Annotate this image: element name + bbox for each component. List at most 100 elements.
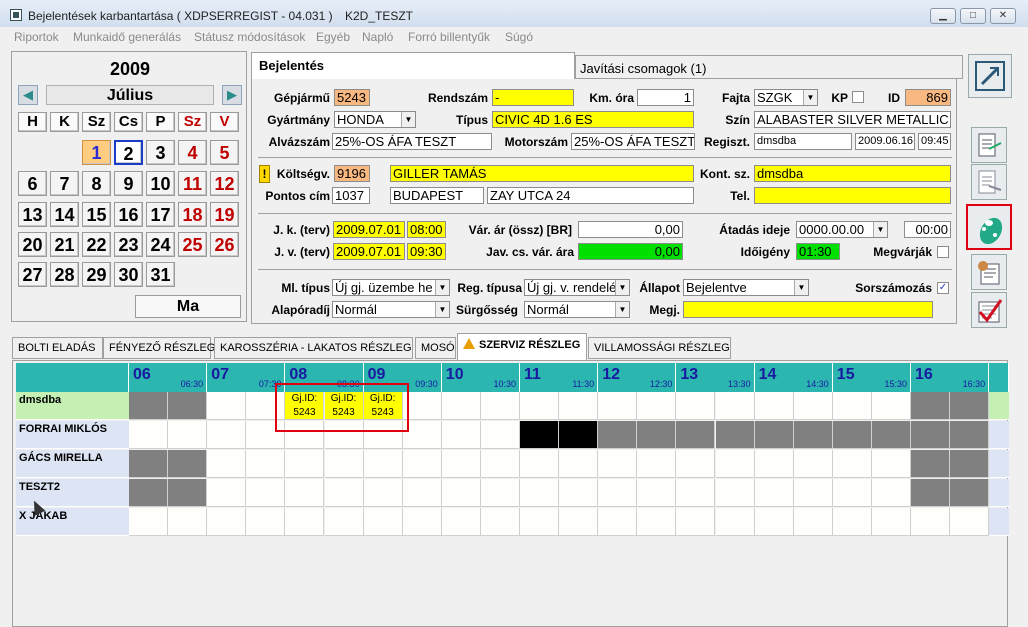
time-slot[interactable]: [246, 508, 286, 536]
time-slot[interactable]: [402, 479, 442, 507]
checklist-icon[interactable]: [971, 292, 1007, 328]
menu-egyeb[interactable]: Egyéb: [316, 30, 350, 44]
list-remove-icon[interactable]: [971, 164, 1007, 200]
km-field[interactable]: 1: [637, 89, 694, 106]
varos-field[interactable]: BUDAPEST: [390, 187, 484, 204]
kont-field[interactable]: dmsdba: [754, 165, 951, 182]
time-slot[interactable]: [950, 392, 990, 420]
time-slot[interactable]: [441, 421, 481, 449]
time-slot[interactable]: [754, 479, 794, 507]
time-slot[interactable]: [324, 450, 364, 478]
time-slot[interactable]: [754, 421, 794, 449]
idoigeny-field[interactable]: 01:30: [796, 243, 840, 260]
calendar-day[interactable]: 16: [114, 202, 143, 227]
time-slot[interactable]: [598, 450, 638, 478]
menu-sugo[interactable]: Súgó: [505, 30, 533, 44]
atadas-select[interactable]: 0000.00.00 ▼: [796, 221, 888, 238]
regiszt-time[interactable]: 09:45: [918, 133, 951, 150]
regiszt-field[interactable]: dmsdba: [754, 133, 852, 150]
tab-karosszeria[interactable]: KAROSSZÉRIA - LAKATOS RÉSZLEG: [214, 337, 413, 359]
time-slot[interactable]: [480, 508, 520, 536]
time-slot[interactable]: [480, 479, 520, 507]
calendar-day[interactable]: 10: [146, 171, 175, 196]
jv-date[interactable]: 2009.07.01: [333, 243, 405, 260]
calendar-day[interactable]: 14: [50, 202, 79, 227]
calendar-day[interactable]: 19: [210, 202, 239, 227]
alvaz-field[interactable]: 25%-OS ÁFA TESZT: [332, 133, 492, 150]
allapot-select[interactable]: Bejelentve ▼: [683, 279, 809, 296]
time-slot[interactable]: [715, 421, 755, 449]
prev-month-button[interactable]: ◀: [18, 85, 38, 105]
time-slot[interactable]: [559, 392, 599, 420]
calendar-day[interactable]: 29: [82, 262, 111, 287]
tab-moso[interactable]: MOSÓ: [415, 337, 456, 359]
time-slot[interactable]: [676, 508, 716, 536]
time-slot[interactable]: [324, 508, 364, 536]
time-slot[interactable]: [637, 392, 677, 420]
tab-javitasi-csomagok[interactable]: Javítási csomagok (1): [575, 55, 963, 79]
koltseg-name-field[interactable]: GILLER TAMÁS: [390, 165, 694, 182]
calendar-day[interactable]: 11: [178, 171, 207, 196]
time-slot[interactable]: [129, 392, 169, 420]
jav-field[interactable]: 0,00: [578, 243, 683, 260]
megj-field[interactable]: [683, 301, 933, 318]
fajta-select[interactable]: SZGK ▼: [754, 89, 818, 106]
calendar-day[interactable]: 5: [210, 140, 239, 165]
gyartmany-select[interactable]: HONDA ▼: [334, 111, 416, 128]
time-slot[interactable]: [520, 450, 560, 478]
alaporadij-select[interactable]: Normál ▼: [332, 301, 450, 318]
time-slot[interactable]: [363, 450, 403, 478]
calendar-day[interactable]: 18: [178, 202, 207, 227]
time-slot[interactable]: [324, 479, 364, 507]
mltipus-select[interactable]: Új gj. üzembe he ▼: [332, 279, 450, 296]
gepjarmu-field[interactable]: 5243: [334, 89, 370, 106]
time-slot[interactable]: [168, 450, 208, 478]
time-slot[interactable]: [637, 508, 677, 536]
time-slot[interactable]: [871, 392, 911, 420]
time-slot[interactable]: [129, 508, 169, 536]
time-slot[interactable]: [676, 479, 716, 507]
calendar-day[interactable]: 20: [18, 232, 47, 257]
var-ar-field[interactable]: 0,00: [578, 221, 683, 238]
time-slot[interactable]: [168, 479, 208, 507]
calendar-day[interactable]: 17: [146, 202, 175, 227]
time-slot[interactable]: [911, 450, 951, 478]
time-slot[interactable]: [950, 508, 990, 536]
time-slot[interactable]: [950, 479, 990, 507]
calendar-day[interactable]: 3: [146, 140, 175, 165]
calendar-day[interactable]: 12: [210, 171, 239, 196]
utca-field[interactable]: ZAY UTCA 24: [487, 187, 694, 204]
time-slot[interactable]: [285, 450, 325, 478]
atadas-time[interactable]: 00:00: [904, 221, 951, 238]
time-slot[interactable]: [911, 392, 951, 420]
edit-icon[interactable]: [968, 54, 1012, 98]
time-slot[interactable]: [207, 421, 247, 449]
time-slot[interactable]: [480, 450, 520, 478]
time-slot[interactable]: [441, 450, 481, 478]
time-slot[interactable]: [637, 450, 677, 478]
calendar-day[interactable]: 30: [114, 262, 143, 287]
time-slot[interactable]: [285, 479, 325, 507]
next-month-button[interactable]: ▶: [222, 85, 242, 105]
time-slot[interactable]: [950, 450, 990, 478]
time-slot[interactable]: [598, 479, 638, 507]
time-slot[interactable]: [676, 392, 716, 420]
time-slot[interactable]: [676, 450, 716, 478]
time-slot[interactable]: [363, 508, 403, 536]
time-slot[interactable]: [441, 392, 481, 420]
time-slot[interactable]: [676, 421, 716, 449]
time-slot[interactable]: [129, 421, 169, 449]
time-slot[interactable]: [246, 479, 286, 507]
time-slot[interactable]: [598, 421, 638, 449]
calendar-day[interactable]: 22: [82, 232, 111, 257]
time-slot[interactable]: [168, 392, 208, 420]
jk-date[interactable]: 2009.07.01: [333, 221, 405, 238]
time-slot[interactable]: [793, 508, 833, 536]
time-slot[interactable]: [832, 479, 872, 507]
time-slot[interactable]: [207, 450, 247, 478]
time-slot[interactable]: [832, 421, 872, 449]
time-slot[interactable]: [559, 450, 599, 478]
time-slot[interactable]: [754, 508, 794, 536]
calendar-day[interactable]: 4: [178, 140, 207, 165]
maximize-button[interactable]: □: [960, 8, 986, 24]
